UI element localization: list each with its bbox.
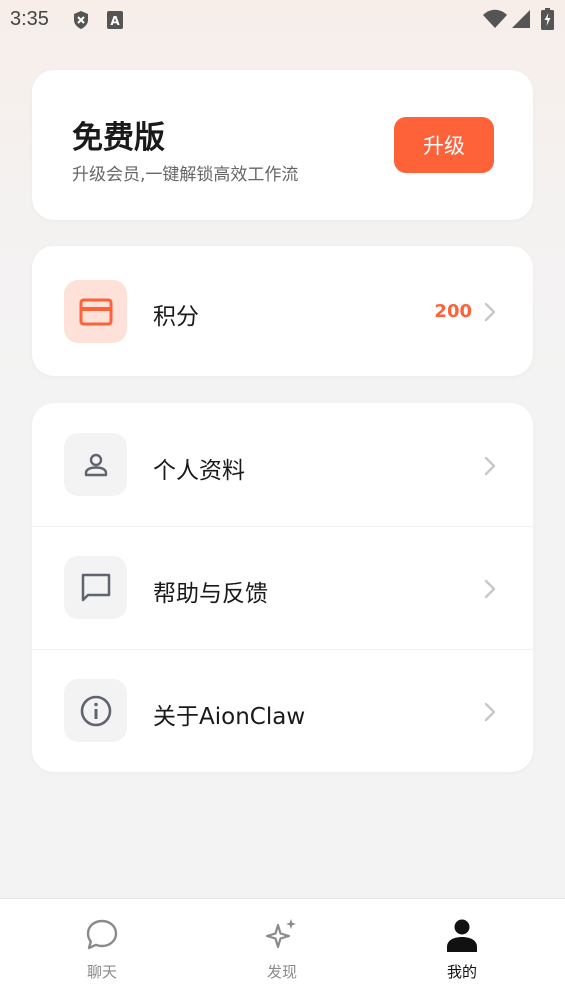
points-row[interactable]: 积分 200 <box>32 250 533 372</box>
card-icon <box>64 280 127 343</box>
svg-text:A: A <box>110 14 120 28</box>
points-value: 200 <box>434 301 472 322</box>
person-icon <box>64 433 127 496</box>
font-a-icon: A <box>106 10 124 34</box>
menu-item-label: 个人资料 <box>153 458 245 484</box>
points-card[interactable]: 积分 200 <box>32 246 533 376</box>
tab-label: 我的 <box>446 963 477 981</box>
upgrade-button[interactable]: 升级 <box>394 117 494 173</box>
chevron-right-icon <box>484 702 496 722</box>
wifi-icon <box>482 9 508 33</box>
sparkle-icon <box>265 919 296 949</box>
plan-title: 免费版 <box>72 120 165 156</box>
menu-card: 个人资料 帮助与反馈 关于AionClaw <box>32 403 533 772</box>
profile-icon <box>447 919 477 952</box>
info-icon <box>64 679 127 742</box>
menu-item-label: 关于AionClaw <box>153 704 306 730</box>
bottom-tab-bar: 聊天 发现 我的 <box>0 898 565 1005</box>
tab-label: 聊天 <box>86 963 117 981</box>
plan-subtitle: 升级会员,一键解锁高效工作流 <box>72 165 299 185</box>
cell-signal-icon <box>511 9 531 33</box>
tab-profile[interactable]: 我的 <box>368 899 556 1005</box>
battery-charging-icon <box>541 8 554 34</box>
points-label: 积分 <box>153 304 199 330</box>
shield-icon <box>72 10 90 34</box>
chevron-right-icon <box>484 302 496 322</box>
plan-card: 免费版 升级会员,一键解锁高效工作流 升级 <box>32 70 533 220</box>
tab-label: 发现 <box>266 963 297 981</box>
chevron-right-icon <box>484 456 496 476</box>
menu-item-profile[interactable]: 个人资料 <box>32 403 533 525</box>
status-bar: 3:35 A <box>0 0 565 40</box>
tab-chat[interactable]: 聊天 <box>8 899 196 1005</box>
menu-item-about[interactable]: 关于AionClaw <box>32 649 533 771</box>
status-time: 3:35 <box>10 8 49 30</box>
menu-item-help-feedback[interactable]: 帮助与反馈 <box>32 526 533 648</box>
tab-discover[interactable]: 发现 <box>188 899 376 1005</box>
menu-item-label: 帮助与反馈 <box>153 581 268 607</box>
chevron-right-icon <box>484 579 496 599</box>
chat-bubble-icon <box>64 556 127 619</box>
chat-icon <box>86 919 118 950</box>
